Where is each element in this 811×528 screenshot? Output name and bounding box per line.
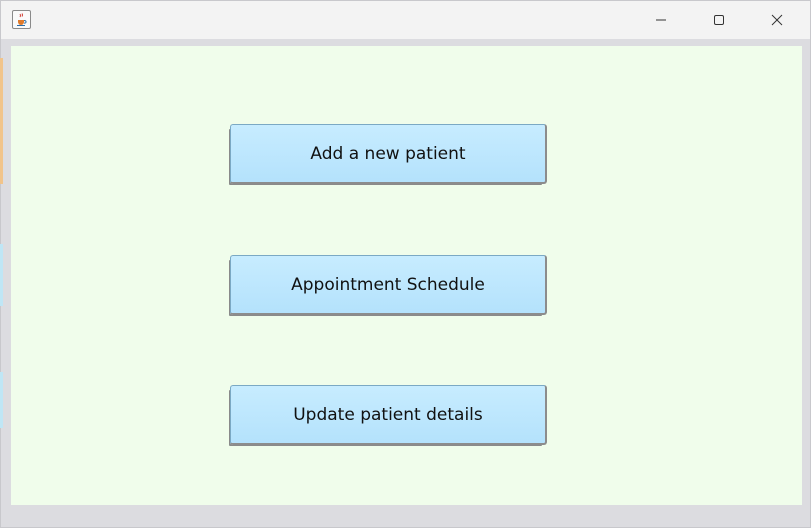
appointment-schedule-button[interactable]: Appointment Schedule xyxy=(230,255,547,315)
minimize-button[interactable] xyxy=(632,1,690,39)
close-icon xyxy=(771,14,783,26)
title-bar[interactable] xyxy=(1,1,810,39)
app-window: Add a new patient Appointment Schedule U… xyxy=(0,0,811,528)
background-window-edge xyxy=(0,58,3,184)
maximize-icon xyxy=(714,15,724,25)
add-new-patient-button[interactable]: Add a new patient xyxy=(230,124,547,184)
maximize-button[interactable] xyxy=(690,1,748,39)
background-window-edge xyxy=(0,372,3,428)
minimize-icon xyxy=(656,19,666,21)
main-panel: Add a new patient Appointment Schedule U… xyxy=(11,46,802,505)
background-window-edge xyxy=(0,244,3,306)
close-button[interactable] xyxy=(748,1,806,39)
java-cup-icon[interactable] xyxy=(12,10,31,29)
update-patient-details-button[interactable]: Update patient details xyxy=(230,385,547,445)
